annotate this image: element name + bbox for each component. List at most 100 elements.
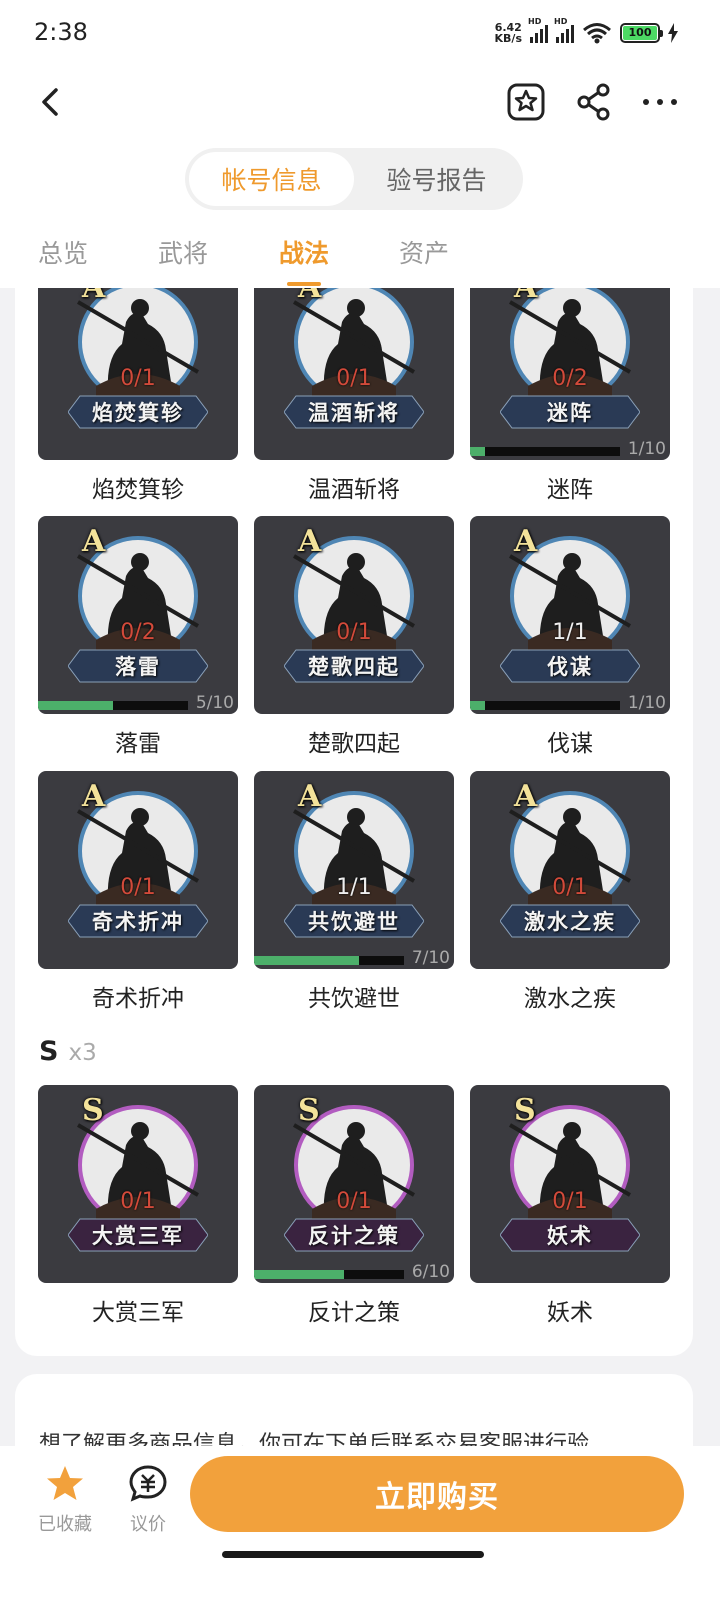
buy-now-button[interactable]: 立即购买 — [190, 1456, 684, 1532]
warrior-portrait-icon — [76, 536, 200, 656]
favorite-star-icon[interactable] — [504, 80, 548, 124]
signal-icon-2: HD — [554, 17, 574, 43]
tactic-item[interactable]: A 1/1 伐谋 1/10 伐谋 — [470, 516, 670, 758]
back-arrow-icon[interactable] — [30, 80, 74, 124]
progress-fill — [38, 701, 113, 710]
progress-fill — [254, 1270, 344, 1279]
tactic-level: 1/10 — [627, 439, 666, 459]
tactic-progress: 1/10 — [470, 439, 670, 460]
warrior-portrait-icon — [508, 791, 632, 911]
price-chat-icon — [129, 1465, 167, 1502]
tactic-count: 1/1 — [336, 875, 372, 900]
header: 帐号信息 验号报告 总览 武将 战法 资产 — [0, 66, 720, 288]
tactic-name: 楚歌四起 — [308, 731, 400, 757]
tactic-grade: A — [82, 779, 106, 814]
tactic-banner: 共饮避世 — [284, 903, 424, 939]
home-indicator[interactable] — [222, 1551, 484, 1558]
progress-fill — [254, 956, 359, 965]
tactic-thumbnail: A 1/1 共饮避世 7/10 — [254, 771, 454, 969]
tactic-name: 落雷 — [115, 731, 161, 757]
tactic-progress: 5/10 — [38, 693, 238, 714]
net-speed: 6.42 KB/s — [494, 21, 522, 45]
tactic-thumbnail: A 0/1 激水之疾 — [470, 771, 670, 969]
tactics-card: A0/1焰焚箕轸焰焚箕轸A0/1温酒斩将温酒斩将A0/2迷阵1/10迷阵A0/2… — [15, 288, 693, 1356]
segment-inspection-report[interactable]: 验号报告 — [354, 152, 519, 206]
tactic-thumbnail: A 0/1 温酒斩将 — [254, 288, 454, 460]
tactic-count: 1/1 — [552, 620, 588, 645]
tactic-item[interactable]: S 0/1 妖术 妖术 — [470, 1085, 670, 1327]
warrior-portrait-icon — [292, 791, 416, 911]
tab-overview[interactable]: 总览 — [38, 234, 88, 270]
tactic-name: 奇术折冲 — [92, 986, 184, 1012]
tactic-banner: 反计之策 — [284, 1217, 424, 1253]
tactic-thumbnail: S 0/1 大赏三军 — [38, 1085, 238, 1283]
tactic-name: 妖术 — [547, 1300, 593, 1326]
tactic-name: 焰焚箕轸 — [92, 477, 184, 503]
tactic-name: 伐谋 — [547, 731, 593, 757]
tactic-banner: 楚歌四起 — [284, 648, 424, 684]
tactic-item[interactable]: S 0/1 大赏三军 大赏三军 — [38, 1085, 238, 1327]
tactic-item[interactable]: A 0/2 落雷 5/10 落雷 — [38, 516, 238, 758]
tactic-progress: 6/10 — [254, 1262, 454, 1283]
more-icon[interactable] — [638, 80, 682, 124]
tactic-item[interactable]: A0/1焰焚箕轸焰焚箕轸 — [38, 288, 238, 504]
tactic-count: 0/1 — [336, 366, 372, 391]
tactic-grade: A — [514, 779, 538, 814]
tactic-grade: A — [298, 524, 322, 559]
tactic-grade: A — [514, 288, 537, 305]
progress-track — [470, 701, 620, 710]
tactic-count: 0/1 — [120, 1189, 156, 1214]
signal-icon: HD — [528, 17, 548, 43]
tactic-item[interactable]: A 1/1 共饮避世 7/10 共饮避世 — [254, 771, 454, 1013]
tactic-item[interactable]: A 0/2 迷阵 1/10 迷阵 — [470, 288, 670, 504]
tactic-item[interactable]: A0/1温酒斩将温酒斩将 — [254, 288, 454, 504]
tactic-grade: S — [82, 1093, 104, 1128]
tactic-name: 迷阵 — [547, 477, 593, 503]
favorite-button[interactable]: 已收藏 — [32, 1464, 98, 1536]
tactic-count: 0/2 — [120, 620, 156, 645]
warrior-portrait-icon — [508, 536, 632, 656]
share-icon[interactable] — [572, 80, 616, 124]
tactic-thumbnail: A 0/1 焰焚箕轸 — [38, 288, 238, 460]
tactic-name: 共饮避世 — [308, 986, 400, 1012]
wifi-icon — [583, 23, 611, 44]
tactic-item[interactable]: S 0/1 反计之策 6/10 反计之策 — [254, 1085, 454, 1327]
tactic-item[interactable]: A 0/1 激水之疾 激水之疾 — [470, 771, 670, 1013]
tactic-banner: 焰焚箕轸 — [68, 394, 208, 430]
tactic-banner: 奇术折冲 — [68, 903, 208, 939]
favorite-label: 已收藏 — [38, 1514, 92, 1535]
tactic-count: 0/1 — [552, 875, 588, 900]
tab-generals[interactable]: 武将 — [158, 234, 208, 270]
tactic-count: 0/1 — [336, 1189, 372, 1214]
tactic-banner: 妖术 — [500, 1217, 640, 1253]
tactic-count: 0/1 — [120, 366, 156, 391]
tactic-banner: 大赏三军 — [68, 1217, 208, 1253]
tactic-level: 7/10 — [411, 948, 450, 968]
tactic-thumbnail: A 0/1 奇术折冲 — [38, 771, 238, 969]
segment-account-info[interactable]: 帐号信息 — [189, 152, 354, 206]
tactic-count: 0/1 — [552, 1189, 588, 1214]
tactic-item[interactable]: A 0/1 楚歌四起 楚歌四起 — [254, 516, 454, 758]
status-time: 2:38 — [34, 18, 88, 46]
status-icons: 6.42 KB/s HD HD 100 — [494, 17, 678, 47]
tab-active-indicator — [287, 282, 321, 286]
tactic-grade: A — [298, 779, 322, 814]
bargain-label: 议价 — [130, 1514, 166, 1535]
tactic-banner: 迷阵 — [500, 394, 640, 430]
bargain-button[interactable]: 议价 — [120, 1464, 176, 1536]
tactic-name: 温酒斩将 — [308, 477, 400, 503]
tactic-item[interactable]: A 0/1 奇术折冲 奇术折冲 — [38, 771, 238, 1013]
status-bar: 2:38 6.42 KB/s HD HD 100 — [0, 0, 720, 66]
charging-icon — [668, 23, 678, 43]
tab-tactics[interactable]: 战法 — [279, 234, 329, 270]
tactic-grade: S — [514, 1093, 536, 1128]
tactic-level: 6/10 — [411, 1262, 450, 1282]
tactic-banner: 伐谋 — [500, 648, 640, 684]
section-s-header: Sx3 — [39, 1036, 97, 1067]
tactic-thumbnail: A 1/1 伐谋 1/10 — [470, 516, 670, 714]
tactic-grade: A — [82, 288, 105, 305]
star-filled-icon — [47, 1466, 83, 1500]
tab-assets[interactable]: 资产 — [399, 234, 449, 270]
segment-control: 帐号信息 验号报告 — [185, 148, 523, 210]
tactic-count: 0/1 — [120, 875, 156, 900]
